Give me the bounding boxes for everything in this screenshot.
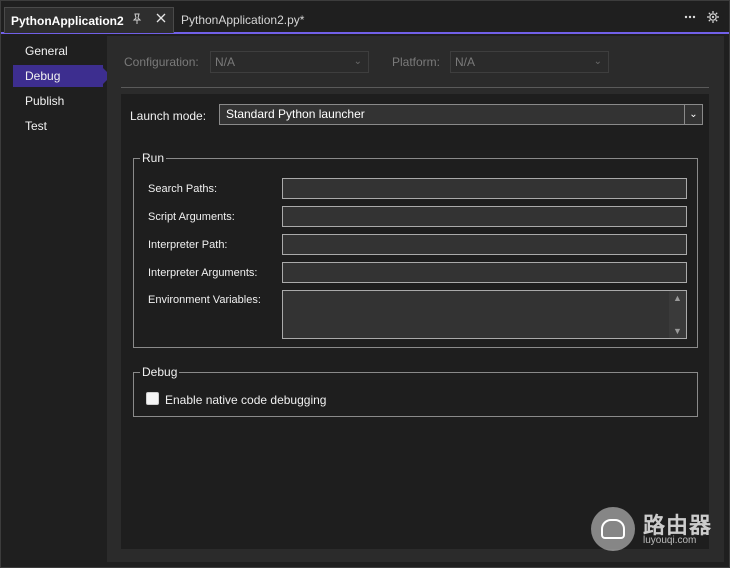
watermark-logo [591,507,635,551]
debug-group-title: Debug [140,365,180,379]
tab-python-file-label: PythonApplication2.py* [181,13,305,27]
configuration-dropdown[interactable]: N/A ⌄ [210,51,369,73]
property-page-nav: General Debug Publish Test [1,36,111,562]
chevron-down-icon: ⌄ [684,105,702,124]
project-properties-window: PythonApplication2 PythonApplication2.py… [0,0,730,568]
nav-item-debug[interactable]: Debug [13,65,111,87]
script-arguments-label: Script Arguments: [148,211,235,223]
search-paths-input[interactable] [282,178,687,199]
platform-value: N/A [455,55,476,69]
document-tab-strip: PythonApplication2 PythonApplication2.py… [1,1,729,34]
scroll-down-icon[interactable]: ▼ [672,326,683,336]
configuration-label: Configuration: [124,55,199,69]
nav-item-publish[interactable]: Publish [13,90,103,112]
tab-project-properties[interactable]: PythonApplication2 [4,7,174,33]
close-tab-button[interactable] [153,11,169,29]
platform-dropdown[interactable]: N/A ⌄ [450,51,609,73]
header-separator [121,87,709,88]
chevron-down-icon: ⌄ [353,56,362,67]
interpreter-path-label: Interpreter Path: [148,239,228,251]
chevron-down-icon: ⌄ [593,56,602,67]
pin-icon[interactable] [131,13,145,27]
script-arguments-input[interactable] [282,206,687,227]
native-debugging-label[interactable]: Enable native code debugging [165,393,326,407]
configuration-value: N/A [215,55,236,69]
tab-project-properties-label: PythonApplication2 [11,13,124,28]
run-group: Run Search Paths: Script Arguments: Inte… [133,151,698,348]
launch-mode-dropdown[interactable]: Standard Python launcher ⌄ [219,104,703,125]
tab-python-file[interactable]: PythonApplication2.py* [175,7,345,33]
gear-icon [707,11,719,23]
environment-variables-label: Environment Variables: [148,294,261,306]
search-paths-label: Search Paths: [148,183,218,195]
launch-mode-value: Standard Python launcher [226,107,365,121]
nav-item-test[interactable]: Test [13,115,103,137]
more-options-button[interactable] [681,10,699,28]
interpreter-path-input[interactable] [282,234,687,255]
watermark-subtitle: luyouqi.com [643,535,697,546]
settings-button[interactable] [704,10,722,28]
interpreter-arguments-label: Interpreter Arguments: [148,267,258,279]
more-options-icon [684,15,696,19]
nav-item-general[interactable]: General [13,40,103,62]
environment-variables-scrollbar[interactable]: ▲ ▼ [669,291,686,338]
launch-mode-label: Launch mode: [130,109,207,123]
debug-properties-page: Configuration: N/A ⌄ Platform: N/A ⌄ Lau… [107,36,724,562]
debug-settings-panel: Launch mode: Standard Python launcher ⌄ … [121,94,709,549]
run-group-title: Run [140,151,167,165]
close-icon [156,13,166,23]
scroll-up-icon[interactable]: ▲ [672,293,683,303]
interpreter-arguments-input[interactable] [282,262,687,283]
environment-variables-textarea[interactable]: ▲ ▼ [282,290,687,339]
platform-label: Platform: [392,55,441,69]
native-debugging-checkbox[interactable] [146,392,159,405]
debug-group: Debug Enable native code debugging [133,365,698,417]
